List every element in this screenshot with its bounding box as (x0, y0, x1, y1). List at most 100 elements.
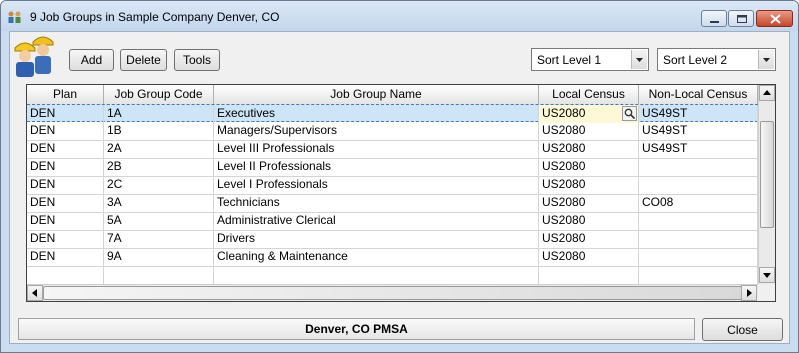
sort-level-1-value: Sort Level 1 (537, 53, 602, 67)
table-row[interactable]: DEN 2C Level I Professionals US2080 (27, 176, 758, 195)
cell-job-group-code[interactable]: 1A (104, 105, 214, 123)
scroll-down-button[interactable] (759, 267, 775, 283)
minimize-button[interactable] (701, 10, 727, 27)
cell-job-group-name[interactable]: Cleaning & Maintenance (214, 248, 539, 266)
maximize-icon (737, 15, 747, 23)
sort-level-2-select[interactable]: Sort Level 2 (657, 48, 776, 71)
table-row[interactable]: DEN 2B Level II Professionals US2080 (27, 158, 758, 177)
scroll-left-button[interactable] (27, 285, 43, 301)
column-header-non-local-census[interactable]: Non-Local Census (639, 85, 758, 104)
table-row[interactable] (27, 266, 758, 285)
cell-plan[interactable]: DEN (27, 122, 104, 140)
vertical-scrollbar[interactable] (758, 85, 775, 284)
cell-job-group-code[interactable]: 5A (104, 212, 214, 230)
cell-job-group-code[interactable]: 1B (104, 122, 214, 140)
cell-non-local-census[interactable]: CO08 (639, 194, 758, 212)
chevron-down-icon[interactable] (758, 50, 774, 69)
title-bar[interactable]: 9 Job Groups in Sample Company Denver, C… (1, 1, 798, 31)
close-window-button[interactable] (756, 10, 793, 27)
cell-non-local-census[interactable] (639, 248, 758, 266)
arrow-right-icon (747, 289, 752, 297)
cell-job-group-code[interactable]: 2B (104, 158, 214, 176)
arrow-down-icon (763, 273, 771, 278)
status-bar: Denver, CO PMSA (18, 318, 695, 340)
cell-local-census[interactable]: US2080 (539, 140, 639, 158)
job-groups-window: 9 Job Groups in Sample Company Denver, C… (0, 0, 799, 353)
scroll-up-button[interactable] (759, 85, 775, 101)
cell-non-local-census[interactable]: US49ST (639, 140, 758, 158)
cell-job-group-name[interactable]: Technicians (214, 194, 539, 212)
sort-level-1-select[interactable]: Sort Level 1 (531, 48, 649, 71)
close-icon (770, 14, 781, 24)
cell-non-local-census[interactable] (639, 266, 758, 284)
cell-job-group-name[interactable]: Level II Professionals (214, 158, 539, 176)
cell-plan[interactable]: DEN (27, 158, 104, 176)
cell-job-group-code[interactable]: 7A (104, 230, 214, 248)
cell-job-group-code[interactable]: 2C (104, 176, 214, 194)
table-row[interactable]: DEN 9A Cleaning & Maintenance US2080 (27, 248, 758, 267)
cell-plan[interactable]: DEN (27, 176, 104, 194)
horizontal-scrollbar[interactable] (27, 284, 758, 301)
arrow-up-icon (763, 90, 771, 95)
cell-job-group-code[interactable]: 3A (104, 194, 214, 212)
cell-non-local-census[interactable]: US49ST (639, 105, 758, 123)
column-header-local-census[interactable]: Local Census (539, 85, 639, 104)
maximize-button[interactable] (728, 10, 754, 27)
cell-plan[interactable]: DEN (27, 248, 104, 266)
cell-local-census[interactable] (539, 266, 639, 284)
close-button[interactable]: Close (702, 318, 783, 341)
job-groups-grid[interactable]: Plan Job Group Code Job Group Name Local… (26, 84, 776, 302)
cell-job-group-name[interactable]: Managers/Supervisors (214, 122, 539, 140)
cell-job-group-name[interactable]: Administrative Clerical (214, 212, 539, 230)
cell-non-local-census[interactable] (639, 158, 758, 176)
cell-non-local-census[interactable] (639, 212, 758, 230)
table-row[interactable]: DEN 7A Drivers US2080 (27, 230, 758, 249)
cell-non-local-census[interactable]: US49ST (639, 122, 758, 140)
scroll-right-button[interactable] (741, 285, 757, 301)
delete-button[interactable]: Delete (120, 49, 167, 71)
cell-plan[interactable] (27, 266, 104, 284)
cell-local-census[interactable]: US2080 (539, 122, 639, 140)
table-row[interactable]: DEN 3A Technicians US2080 CO08 (27, 194, 758, 213)
horizontal-scroll-thumb[interactable] (43, 286, 742, 300)
cell-job-group-code[interactable] (104, 266, 214, 284)
cell-job-group-name[interactable] (214, 266, 539, 284)
cell-local-census[interactable]: US2080 (539, 212, 639, 230)
cell-plan[interactable]: DEN (27, 140, 104, 158)
cell-plan[interactable]: DEN (27, 194, 104, 212)
grid-header: Plan Job Group Code Job Group Name Local… (27, 85, 775, 105)
cell-job-group-name[interactable]: Drivers (214, 230, 539, 248)
tools-button[interactable]: Tools (174, 49, 220, 71)
cell-local-census[interactable]: US2080 (539, 194, 639, 212)
chevron-down-icon[interactable] (631, 50, 647, 69)
add-button[interactable]: Add (69, 49, 114, 71)
table-row[interactable]: DEN 5A Administrative Clerical US2080 (27, 212, 758, 231)
cell-non-local-census[interactable] (639, 230, 758, 248)
cell-local-census[interactable]: US2080 (539, 230, 639, 248)
lookup-magnifier-icon[interactable] (622, 106, 637, 121)
cell-job-group-name[interactable]: Executives (214, 105, 539, 123)
scrollbar-corner (758, 284, 775, 301)
column-header-plan[interactable]: Plan (27, 85, 104, 104)
arrow-left-icon (32, 289, 37, 297)
column-header-job-group-name[interactable]: Job Group Name (214, 85, 539, 104)
table-row[interactable]: DEN 2A Level III Professionals US2080 US49ST (27, 140, 758, 159)
cell-job-group-code[interactable]: 9A (104, 248, 214, 266)
cell-local-census[interactable]: US2080 (539, 176, 639, 194)
cell-local-census[interactable]: US2080 (539, 158, 639, 176)
cell-job-group-name[interactable]: Level III Professionals (214, 140, 539, 158)
cell-job-group-code[interactable]: 2A (104, 140, 214, 158)
people-group-icon (8, 11, 21, 23)
minimize-icon (710, 21, 719, 23)
table-row[interactable]: DEN 1B Managers/Supervisors US2080 US49ST (27, 122, 758, 141)
column-header-job-group-code[interactable]: Job Group Code (104, 85, 214, 104)
cell-job-group-name[interactable]: Level I Professionals (214, 176, 539, 194)
sort-level-2-value: Sort Level 2 (663, 53, 728, 67)
cell-plan[interactable]: DEN (27, 230, 104, 248)
cell-plan[interactable]: DEN (27, 105, 104, 123)
vertical-scroll-thumb[interactable] (760, 121, 774, 228)
cell-non-local-census[interactable] (639, 176, 758, 194)
table-row[interactable]: DEN 1A Executives US2080 US49ST (27, 104, 758, 123)
cell-local-census[interactable]: US2080 (539, 248, 639, 266)
cell-plan[interactable]: DEN (27, 212, 104, 230)
